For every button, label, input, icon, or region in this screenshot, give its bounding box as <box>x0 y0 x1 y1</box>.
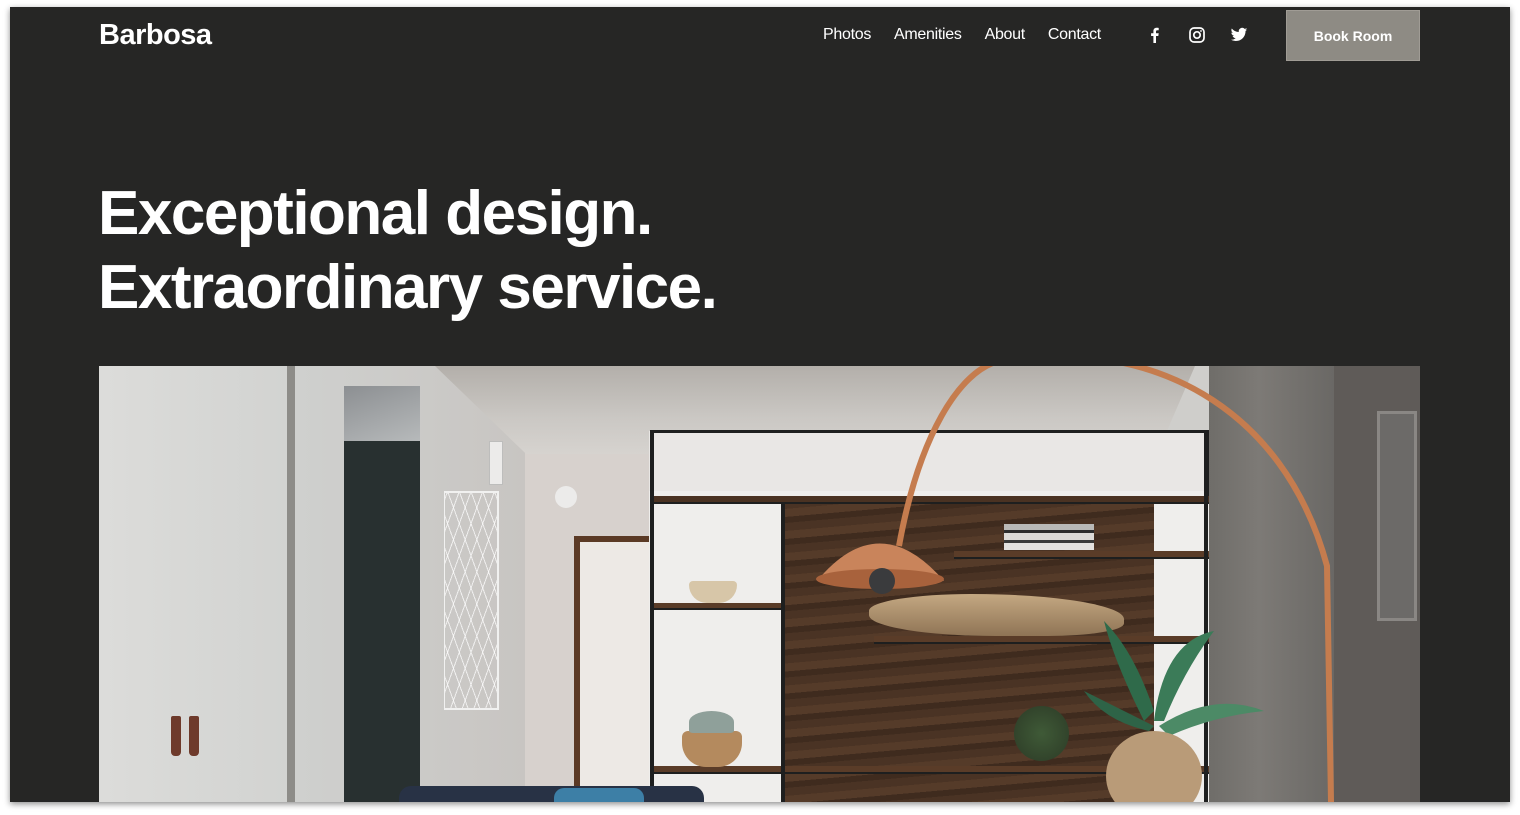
cushion <box>554 788 644 802</box>
nav-about[interactable]: About <box>985 25 1026 45</box>
small-plant <box>1014 706 1069 761</box>
hero-line-1: Exceptional design. <box>98 179 653 248</box>
hero-line-2: Extraordinary service. <box>98 253 718 322</box>
hero-heading: Exceptional design. Extraordinary servic… <box>98 177 718 325</box>
sofa <box>399 786 704 802</box>
page: Barbosa Photos Amenities About Contact B… <box>10 7 1510 802</box>
nav-photos[interactable]: Photos <box>823 25 871 45</box>
staghorn-fern <box>1084 621 1264 802</box>
nav-amenities[interactable]: Amenities <box>894 25 962 45</box>
instagram-icon[interactable] <box>1188 26 1206 44</box>
facebook-icon[interactable] <box>1146 26 1164 44</box>
book-room-button[interactable]: Book Room <box>1286 10 1420 61</box>
nav-contact[interactable]: Contact <box>1048 25 1101 45</box>
logo[interactable]: Barbosa <box>99 17 212 53</box>
hero-photo <box>99 366 1420 802</box>
main-nav: Photos Amenities About Contact <box>823 25 1124 45</box>
social-links <box>1146 26 1272 44</box>
twitter-icon[interactable] <box>1230 26 1248 44</box>
